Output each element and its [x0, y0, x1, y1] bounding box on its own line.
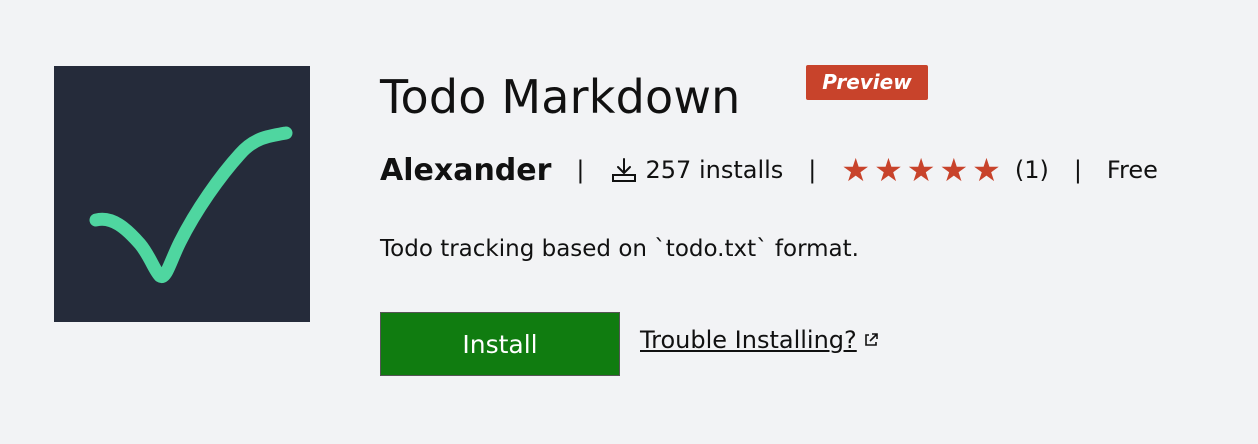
trouble-installing-link[interactable]: Trouble Installing?	[640, 326, 879, 354]
installs-label: 257 installs	[645, 156, 784, 184]
extension-meta-row: Alexander | 257 installs | ★ ★ ★ ★ ★ (1)…	[380, 148, 1158, 192]
meta-separator: |	[1073, 156, 1082, 184]
star-icon: ★	[906, 151, 936, 189]
external-link-icon	[864, 333, 878, 346]
rating-stars[interactable]: ★ ★ ★ ★ ★ (1)	[841, 154, 1048, 186]
star-icon: ★	[939, 151, 969, 189]
meta-separator: |	[576, 156, 585, 184]
price-label: Free	[1106, 156, 1158, 184]
extension-title: Todo Markdown	[380, 70, 741, 124]
download-icon	[611, 158, 636, 182]
installs-count: 257 installs	[610, 156, 784, 184]
install-button[interactable]: Install	[380, 312, 620, 376]
star-icon: ★	[841, 151, 871, 189]
preview-badge: Preview	[806, 65, 928, 100]
rating-count: (1)	[1014, 156, 1049, 184]
author-link[interactable]: Alexander	[380, 153, 551, 188]
checkmark-logo-icon	[89, 126, 293, 284]
meta-separator: |	[808, 156, 817, 184]
extension-description: Todo tracking based on `todo.txt` format…	[380, 236, 859, 262]
trouble-installing-label: Trouble Installing?	[640, 326, 857, 354]
star-icon: ★	[972, 151, 1001, 189]
star-icon: ★	[874, 151, 903, 189]
extension-logo	[54, 66, 310, 322]
